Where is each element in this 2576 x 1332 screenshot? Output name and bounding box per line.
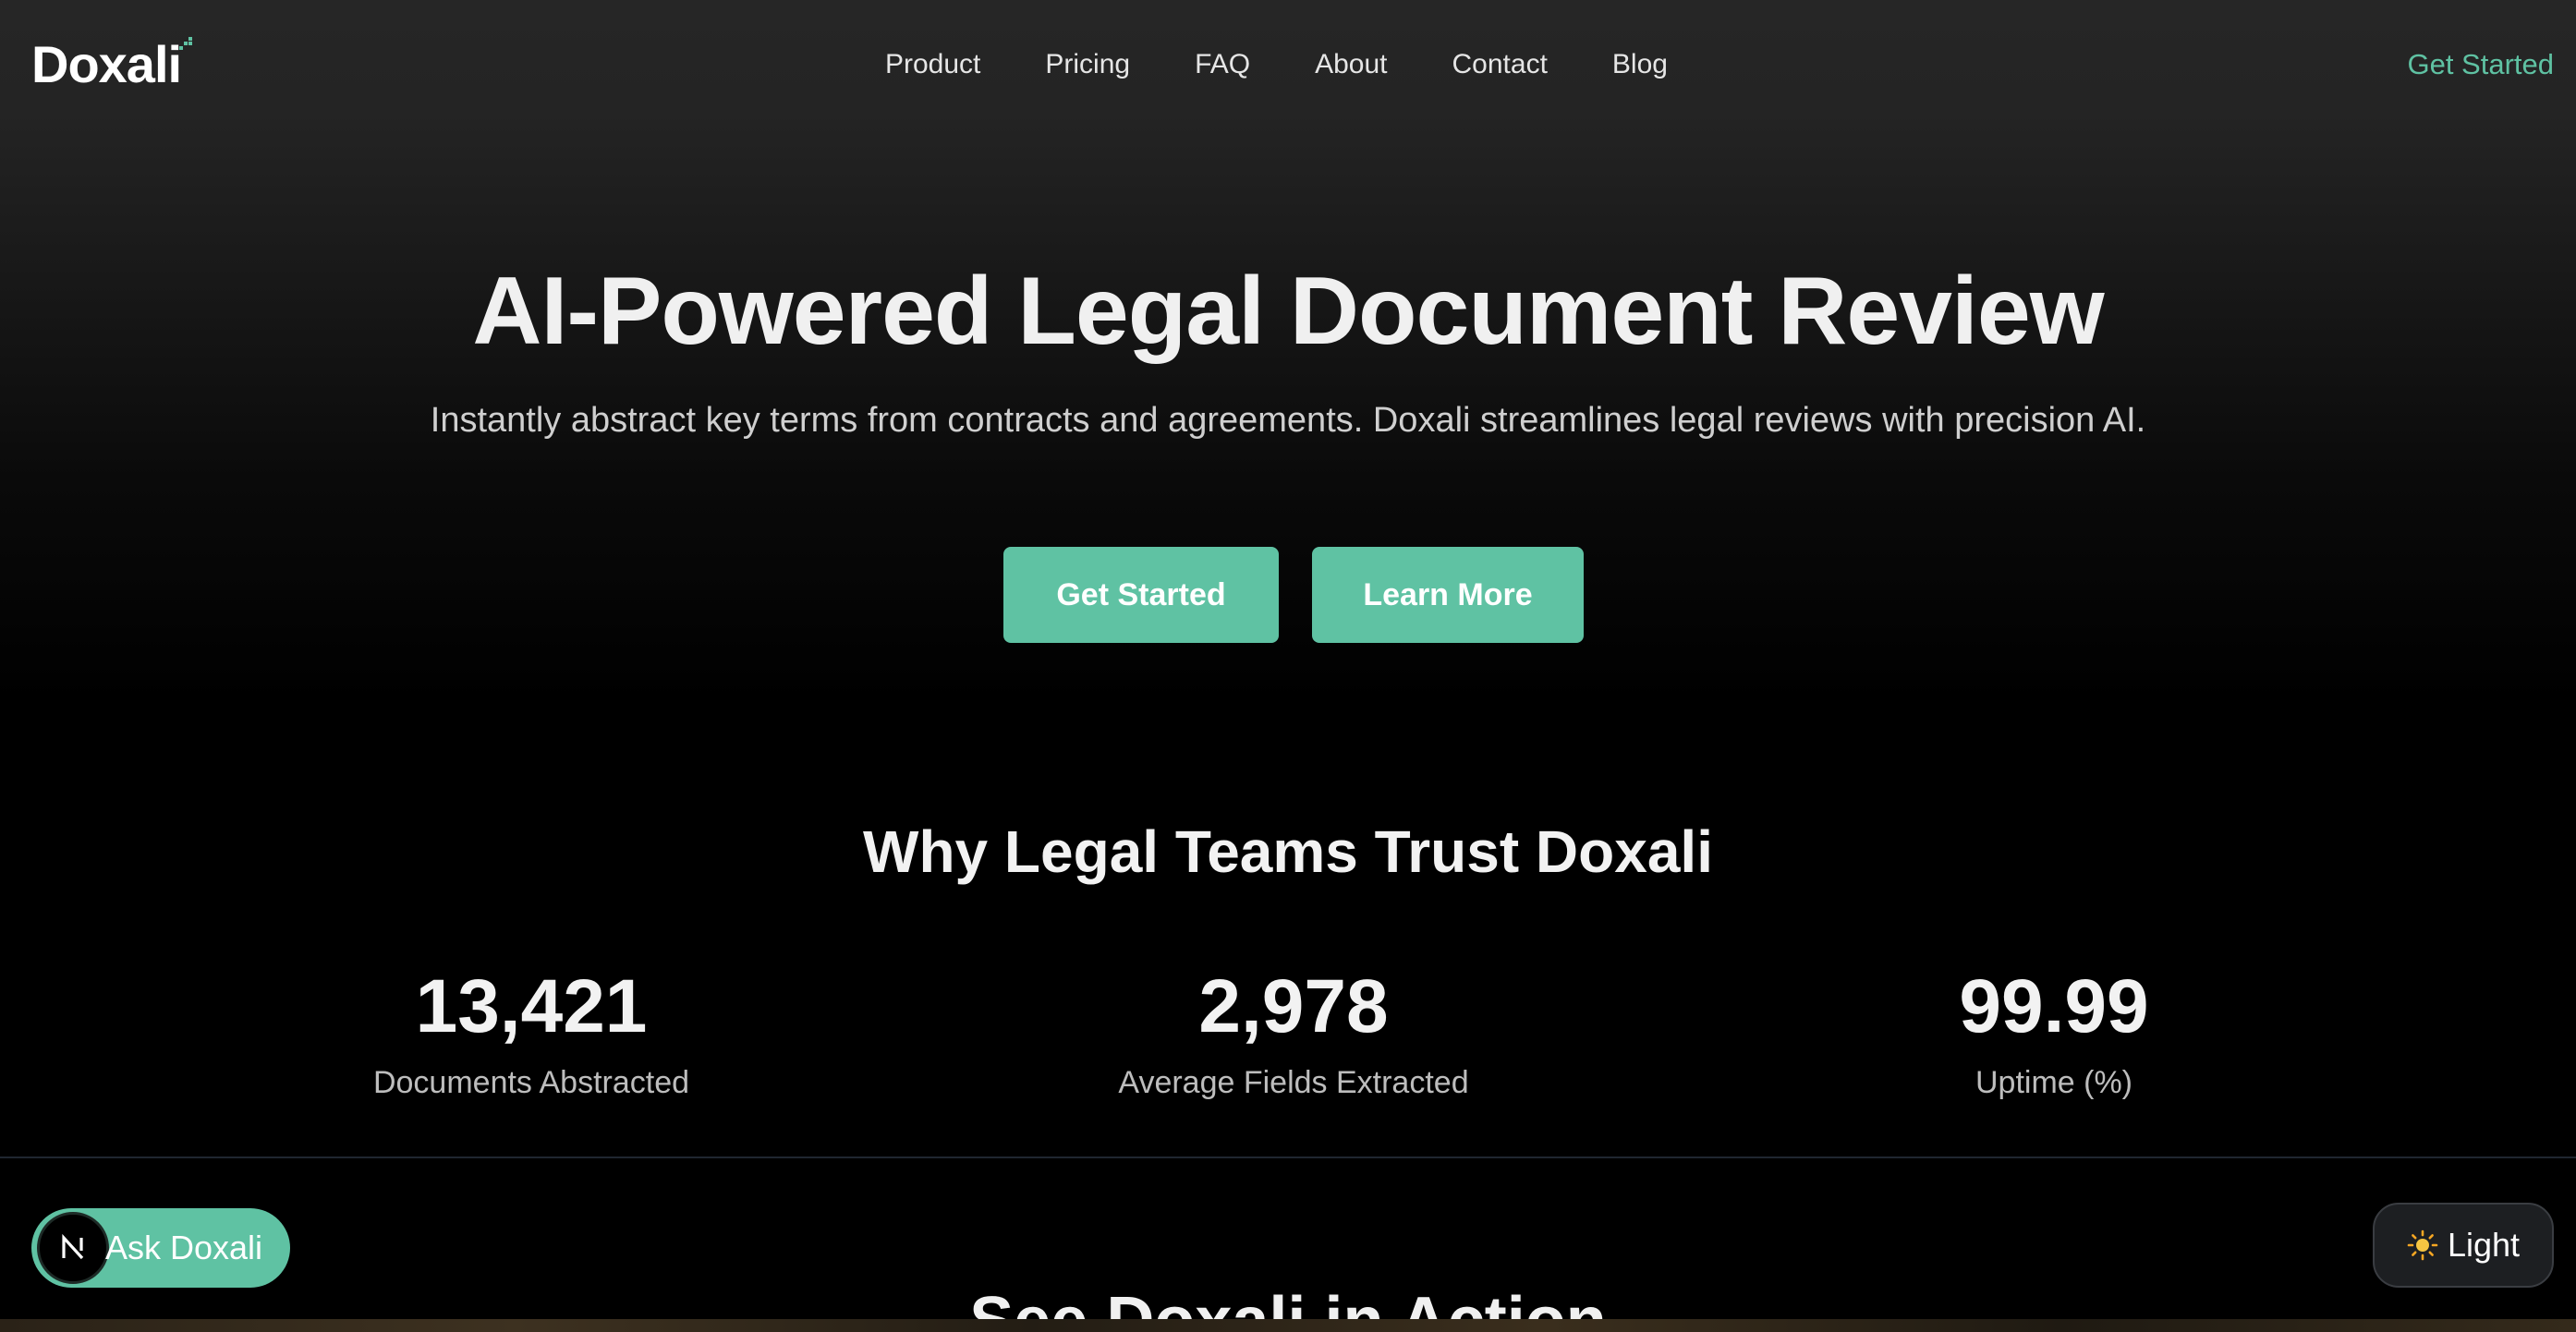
nav-pricing[interactable]: Pricing — [1045, 44, 1130, 85]
main-nav: Product Pricing FAQ About Contact Blog — [885, 44, 1668, 85]
site-header: Doxali Product Pricing FAQ About Contact… — [0, 0, 2576, 129]
why-section-title: Why Legal Teams Trust Doxali — [863, 818, 1713, 885]
nav-product[interactable]: Product — [885, 44, 980, 85]
stat-fields: 2,978 Average Fields Extracted — [970, 961, 1617, 1105]
ask-doxali-label: Ask Doxali — [105, 1229, 263, 1266]
logo-mark-icon — [179, 37, 193, 50]
logo-text: Doxali — [31, 35, 182, 93]
stat-label: Uptime (%) — [1975, 1065, 2133, 1100]
section-divider — [0, 1156, 2576, 1158]
stat-label: Average Fields Extracted — [1118, 1065, 1469, 1100]
learn-more-button[interactable]: Learn More — [1312, 547, 1584, 643]
hero-subtitle: Instantly abstract key terms from contra… — [430, 401, 2146, 440]
stat-uptime: 99.99 Uptime (%) — [1731, 961, 2377, 1105]
ask-doxali-button[interactable]: Ask Doxali — [31, 1208, 290, 1288]
logo[interactable]: Doxali — [31, 35, 194, 94]
stat-documents: 13,421 Documents Abstracted — [208, 961, 855, 1105]
stat-value: 13,421 — [415, 964, 648, 1048]
header-get-started-link[interactable]: Get Started — [2407, 44, 2554, 85]
stat-value: 99.99 — [1959, 964, 2149, 1048]
hero-buttons: Get Started Learn More — [1003, 547, 1584, 643]
sun-icon — [2407, 1229, 2438, 1261]
nav-blog[interactable]: Blog — [1612, 44, 1668, 85]
n-logo-icon — [62, 1233, 84, 1260]
theme-toggle-label: Light — [2447, 1226, 2521, 1264]
stats-row: 13,421 Documents Abstracted 2,978 Averag… — [0, 961, 2576, 1127]
nav-faq[interactable]: FAQ — [1195, 44, 1250, 85]
stat-label: Documents Abstracted — [372, 1065, 690, 1100]
theme-toggle-button[interactable]: Light — [2373, 1203, 2554, 1288]
hero-title: AI-Powered Legal Document Review — [472, 258, 2104, 365]
bottom-image-strip — [0, 1319, 2576, 1332]
page: Doxali Product Pricing FAQ About Contact… — [0, 0, 2576, 1332]
get-started-button[interactable]: Get Started — [1003, 547, 1279, 643]
nav-about[interactable]: About — [1315, 44, 1387, 85]
nav-contact[interactable]: Contact — [1452, 44, 1548, 85]
n-avatar-icon — [37, 1212, 109, 1284]
stat-value: 2,978 — [1198, 964, 1389, 1048]
